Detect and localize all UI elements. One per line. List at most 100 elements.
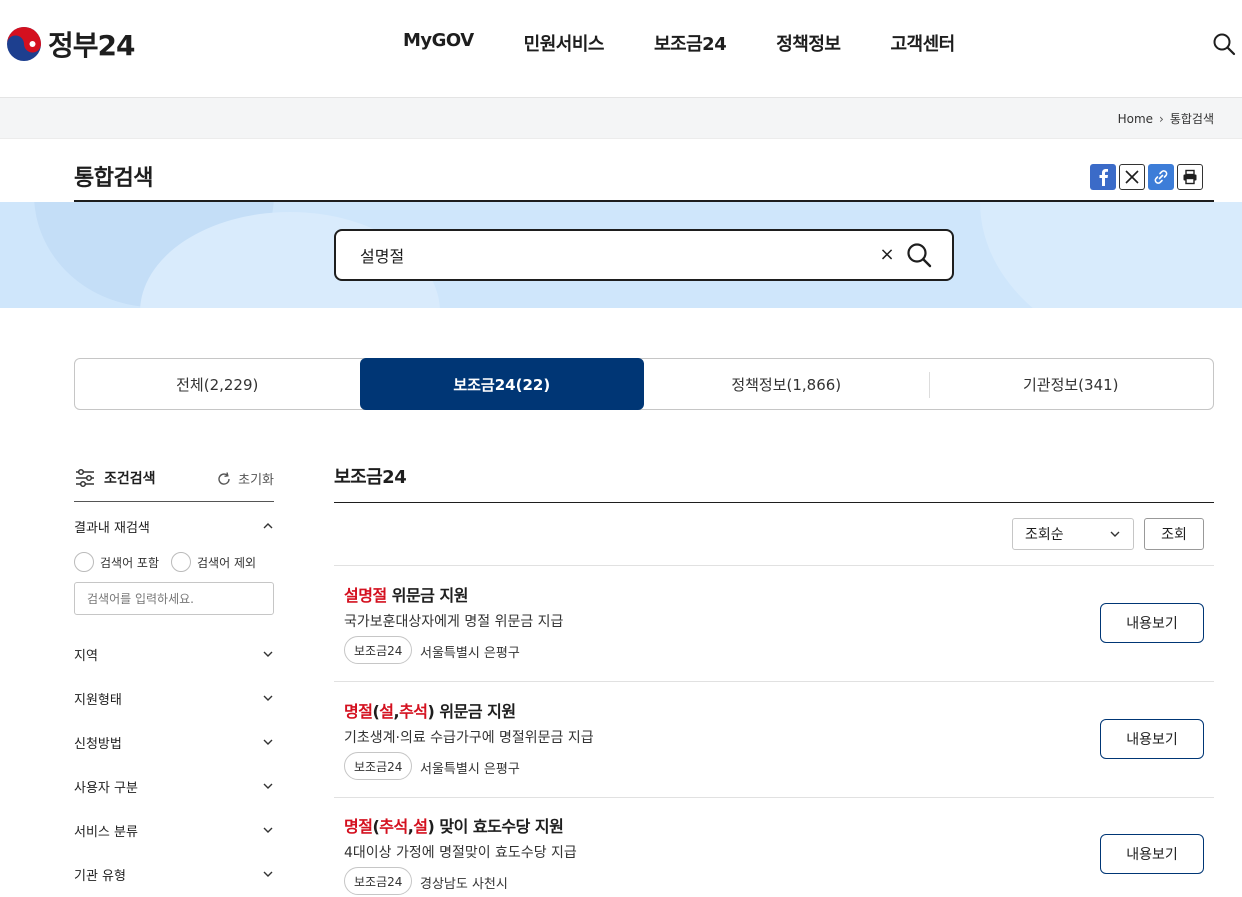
facet-label: 신청방법	[74, 736, 122, 752]
x-share-button[interactable]	[1119, 164, 1145, 190]
facet-label: 지역	[74, 648, 98, 664]
nav-mygov[interactable]: MyGOV	[403, 30, 474, 56]
radio-include-label: 검색어 포함	[100, 555, 160, 570]
sort-apply-button[interactable]: 조회	[1144, 518, 1204, 550]
breadcrumb-home[interactable]: Home	[1118, 112, 1153, 126]
research-block: 결과내 재검색 검색어 포함 검색어 제외	[74, 516, 274, 615]
view-detail-button[interactable]: 내용보기	[1100, 834, 1204, 874]
facet-support-type[interactable]: 지원형태	[74, 676, 274, 720]
facet-label: 사용자 구분	[74, 780, 138, 796]
breadcrumb-bar: Home › 통합검색	[0, 98, 1242, 139]
radio-include[interactable]: 검색어 포함	[74, 552, 159, 572]
highlighted-keyword: 추석	[379, 817, 408, 836]
chevron-up-icon	[263, 523, 273, 529]
radio-circle	[171, 552, 192, 572]
filter-title-label: 조건검색	[104, 471, 156, 487]
results-divider	[334, 502, 1214, 503]
tab-agency-info[interactable]: 기관정보(341)	[928, 359, 1214, 409]
radio-exclude[interactable]: 검색어 제외	[171, 552, 256, 572]
breadcrumb: Home › 통합검색	[1118, 110, 1214, 127]
highlighted-keyword: 설	[379, 702, 394, 721]
view-detail-button[interactable]: 내용보기	[1100, 719, 1204, 759]
reset-button[interactable]: 초기화	[216, 469, 274, 488]
nav-subsidy24[interactable]: 보조금24	[654, 30, 727, 56]
radio-exclude-label: 검색어 제외	[197, 555, 257, 570]
search-input[interactable]	[360, 243, 860, 267]
facebook-share-button[interactable]	[1090, 164, 1116, 190]
result-tag: 보조금24	[344, 636, 413, 664]
nav-civil-service[interactable]: 민원서비스	[524, 30, 605, 56]
filter-title: 조건검색	[74, 468, 156, 488]
main-nav: MyGOV 민원서비스 보조금24 정책정보 고객센터	[403, 30, 1005, 56]
print-button[interactable]	[1177, 164, 1203, 190]
facet-user-type[interactable]: 사용자 구분	[74, 764, 274, 808]
result-title[interactable]: 명절(추석,설) 맞이 효도수당 지원	[344, 813, 564, 837]
clear-search-button[interactable]: ×	[877, 245, 897, 265]
facet-service-category[interactable]: 서비스 분류	[74, 808, 274, 852]
highlighted-keyword: 명절	[344, 817, 373, 836]
chevron-down-icon	[263, 827, 273, 833]
highlighted-keyword: 명절	[344, 702, 373, 721]
sort-select[interactable]: 조회순	[1012, 518, 1134, 550]
chevron-right-icon: ›	[1159, 111, 1164, 126]
research-input[interactable]	[74, 582, 274, 615]
facebook-icon	[1099, 169, 1108, 186]
refresh-icon	[218, 471, 230, 485]
facet-list: 지역 지원형태 신청방법 사용자 구분 서비스 분류 기관 유형	[74, 632, 274, 896]
chevron-down-icon	[1110, 531, 1120, 537]
nav-policy-info[interactable]: 정책정보	[776, 30, 841, 56]
tab-all[interactable]: 전체(2,229)	[75, 359, 360, 409]
highlighted-keyword: 설	[413, 817, 428, 836]
result-title[interactable]: 설명절 위문금 지원	[344, 582, 468, 606]
result-description: 기초생계·의료 수급가구에 명절위문금 지급	[344, 730, 594, 746]
site-logo[interactable]: 정부24	[6, 24, 135, 64]
radio-circle	[74, 552, 94, 572]
chevron-down-icon	[263, 783, 273, 789]
search-submit-icon[interactable]	[906, 242, 932, 268]
filter-header: 조건검색 초기화	[74, 464, 274, 502]
chevron-down-icon	[263, 739, 273, 745]
reset-label: 초기화	[238, 473, 274, 488]
highlighted-keyword: 추석	[399, 702, 428, 721]
facet-region[interactable]: 지역	[74, 632, 274, 676]
result-item: 명절(추석,설) 맞이 효도수당 지원 4대이상 가정에 명절맞이 효도수당 지…	[334, 797, 1214, 897]
result-tag: 보조금24	[344, 752, 413, 780]
result-location: 서울특별시 은평구	[420, 762, 520, 777]
site-header: 정부24 MyGOV 민원서비스 보조금24 정책정보 고객센터	[0, 0, 1242, 98]
copy-link-button[interactable]	[1148, 164, 1174, 190]
research-toggle[interactable]: 결과내 재검색	[74, 516, 274, 536]
result-location: 경상남도 사천시	[420, 877, 508, 892]
result-tag: 보조금24	[344, 867, 413, 895]
sliders-icon	[76, 468, 94, 488]
title-text: 위문금 지원	[386, 586, 469, 605]
breadcrumb-current: 통합검색	[1169, 112, 1214, 126]
facet-agency-type[interactable]: 기관 유형	[74, 852, 274, 896]
result-item: 설명절 위문금 지원 국가보훈대상자에게 명절 위문금 지급 보조금24 서울특…	[334, 566, 1214, 682]
x-logo-icon	[1125, 170, 1139, 184]
tab-policy-info[interactable]: 정책정보(1,866)	[644, 359, 929, 409]
sort-value: 조회순	[1025, 527, 1064, 543]
tab-subsidy24[interactable]: 보조금24(22)	[359, 358, 644, 410]
result-item: 명절(설,추석) 위문금 지원 기초생계·의료 수급가구에 명절위문금 지급 보…	[334, 682, 1214, 798]
search-icon[interactable]	[1212, 32, 1236, 56]
result-description: 4대이상 가정에 명절맞이 효도수당 지급	[344, 845, 577, 861]
research-options: 검색어 포함 검색어 제외	[74, 552, 274, 572]
taegeuk-logo-icon	[7, 27, 41, 61]
research-title: 결과내 재검색	[74, 520, 150, 536]
highlighted-keyword: 설명절	[344, 586, 387, 605]
nav-customer-center[interactable]: 고객센터	[890, 30, 955, 56]
result-tabs: 전체(2,229) 보조금24(22) 정책정보(1,866) 기관정보(341…	[74, 358, 1214, 410]
result-title[interactable]: 명절(설,추석) 위문금 지원	[344, 698, 516, 722]
results-title: 보조금24	[334, 467, 407, 488]
printer-icon	[1183, 169, 1197, 185]
page-title: 통합검색	[74, 166, 153, 191]
facet-apply-method[interactable]: 신청방법	[74, 720, 274, 764]
title-text: ) 맞이 효도수당 지원	[427, 817, 564, 836]
facet-label: 기관 유형	[74, 868, 126, 884]
result-location: 서울특별시 은평구	[420, 646, 520, 661]
facet-label: 서비스 분류	[74, 824, 138, 840]
facet-label: 지원형태	[74, 692, 122, 708]
logo-text: 정부24	[48, 29, 135, 62]
result-description: 국가보훈대상자에게 명절 위문금 지급	[344, 614, 564, 630]
view-detail-button[interactable]: 내용보기	[1100, 603, 1204, 643]
